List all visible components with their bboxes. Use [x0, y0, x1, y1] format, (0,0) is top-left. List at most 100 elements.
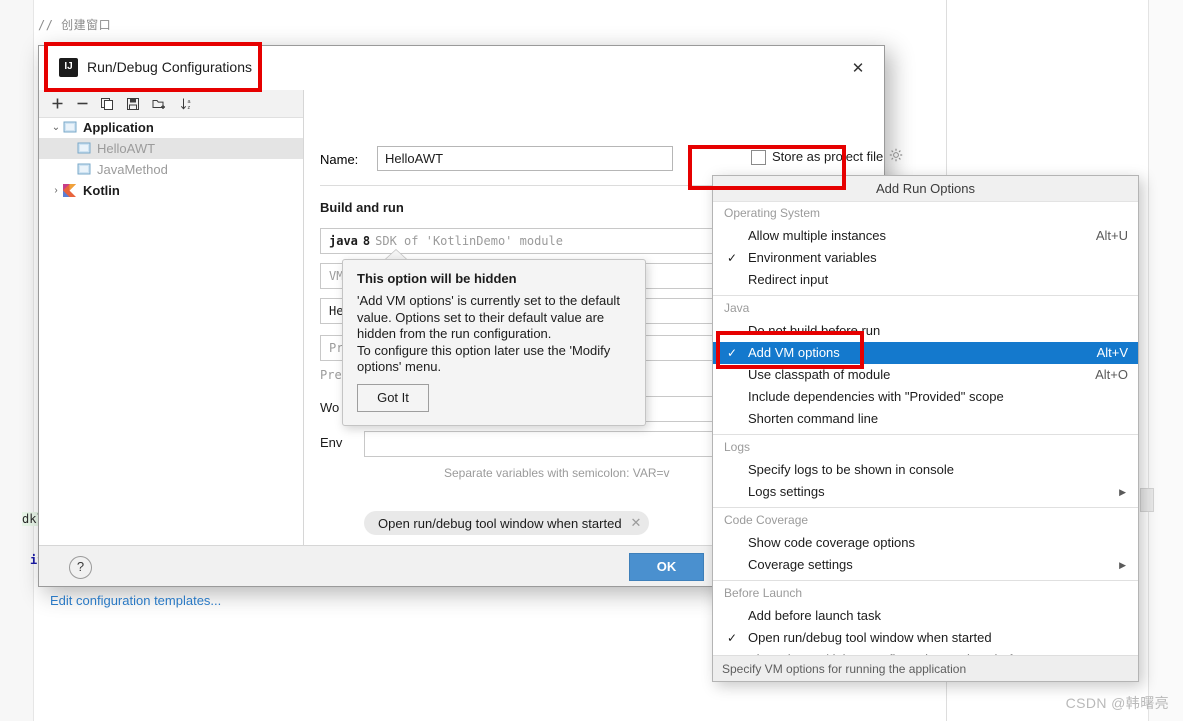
help-button[interactable]: ? [69, 556, 92, 579]
menu-item-redirect-input[interactable]: Redirect input [713, 269, 1138, 291]
name-label: Name: [320, 152, 359, 167]
store-as-project-file-checkbox[interactable] [751, 150, 766, 165]
menu-item-coverage-settings[interactable]: Coverage settings ▶ [713, 554, 1138, 576]
chevron-right-icon: ▶ [1119, 487, 1126, 497]
edit-configuration-templates-link[interactable]: Edit configuration templates... [50, 593, 221, 608]
menu-item-label: Include dependencies with "Provided" sco… [748, 389, 1004, 404]
sdk-description: SDK of 'KotlinDemo' module [375, 234, 563, 248]
menu-group-title: Operating System [724, 206, 821, 220]
tree-item-label: HelloAWT [97, 141, 156, 156]
menu-item-shorten-command-line[interactable]: Shorten command line [713, 408, 1138, 430]
menu-item-label: Logs settings [748, 484, 825, 499]
menu-item-label: Add VM options [748, 345, 840, 360]
add-run-options-popup: Add Run Options Operating System Allow mu… [712, 175, 1139, 682]
remove-configuration-button[interactable] [72, 94, 92, 113]
menu-item-label: Allow multiple instances [748, 228, 887, 243]
menu-item-allow-multiple-instances[interactable]: Allow multiple instances Alt+U [713, 225, 1138, 247]
gear-icon[interactable] [889, 148, 903, 167]
check-icon: ✓ [727, 346, 738, 360]
chevron-right-icon[interactable]: › [49, 185, 63, 196]
svg-text:z: z [187, 105, 190, 111]
check-icon: ✓ [727, 251, 738, 265]
configuration-icon [77, 163, 95, 177]
balloon-title: This option will be hidden [357, 271, 517, 286]
tree-toolbar: az [39, 90, 303, 118]
sdk-prefix: java [329, 234, 358, 248]
open-run-debug-tool-window-chip[interactable]: Open run/debug tool window when started … [364, 511, 650, 535]
menu-item-environment-variables[interactable]: ✓ Environment variables [713, 247, 1138, 269]
chevron-down-icon[interactable]: ⌄ [49, 122, 63, 133]
menu-item-label: Use classpath of module [748, 367, 891, 382]
editor-scrollbar-thumb[interactable] [1140, 488, 1154, 512]
popup-menu-list[interactable]: Operating System Allow multiple instances… [713, 201, 1138, 667]
editor-gutter [0, 0, 34, 721]
ok-button[interactable]: OK [629, 553, 704, 581]
configurations-tree-panel: az ⌄ Application HelloAWT JavaMethod › Kotlin… [39, 90, 304, 608]
tree-item-application[interactable]: ⌄ Application [39, 117, 303, 138]
build-and-run-section-title: Build and run [320, 200, 404, 215]
menu-group-title: Before Launch [724, 586, 803, 600]
menu-item-label: Show code coverage options [748, 535, 915, 550]
tree-item-javamethod[interactable]: JavaMethod [39, 159, 303, 180]
save-configuration-icon[interactable] [123, 94, 143, 113]
copy-configuration-icon[interactable] [97, 94, 117, 113]
working-directory-label: Wo [320, 400, 340, 415]
sdk-version: 8 [362, 234, 371, 248]
menu-item-label: Open run/debug tool window when started [748, 630, 992, 645]
configuration-icon [63, 121, 81, 135]
dialog-title: Run/Debug Configurations [87, 59, 252, 75]
menu-group-title: Logs [724, 440, 751, 454]
menu-item-label: Shorten command line [748, 411, 879, 426]
environment-variables-label: Env [320, 435, 343, 450]
menu-item-label: Add before launch task [748, 608, 881, 623]
tree-item-label: JavaMethod [97, 162, 168, 177]
configuration-tree[interactable]: ⌄ Application HelloAWT JavaMethod › Kotlin [39, 117, 303, 545]
chevron-right-icon: ▶ [1119, 560, 1126, 570]
menu-item-add-before-launch-task[interactable]: Add before launch task [713, 605, 1138, 627]
configuration-icon [77, 142, 95, 156]
menu-item-label: Environment variables [748, 250, 877, 265]
chip-close-icon[interactable]: ✕ [631, 515, 642, 531]
sort-az-icon[interactable]: az [177, 94, 197, 113]
got-it-button[interactable]: Got It [357, 384, 429, 412]
chip-label: Open run/debug tool window when started [378, 515, 622, 531]
popup-header: Add Run Options [713, 176, 1138, 202]
ide-right-toolwindow-bar [1148, 0, 1183, 721]
menu-item-open-run-debug-tool-window-when-started[interactable]: ✓ Open run/debug tool window when started [713, 627, 1138, 649]
balloon-body: 'Add VM options' is currently set to the… [357, 293, 620, 374]
menu-item-include-dependencies-with-provided-scope[interactable]: Include dependencies with "Provided" sco… [713, 386, 1138, 408]
check-icon: ✓ [727, 631, 738, 645]
screenshot-root: // 创建窗口 图形界面编程 dkl it Run/Debug Configur… [0, 0, 1183, 721]
menu-item-label: Do not build before run [748, 323, 881, 338]
menu-item-logs-settings[interactable]: Logs settings ▶ [713, 481, 1138, 503]
menu-item-label: Redirect input [748, 272, 829, 287]
menu-item-shortcut: Alt+V [1096, 345, 1128, 360]
close-icon[interactable]: ✕ [847, 58, 869, 80]
tree-item-label: Kotlin [83, 183, 120, 198]
intellij-idea-icon [59, 58, 78, 77]
editor-comment-line: // 创建窗口 [38, 18, 112, 32]
menu-item-do-not-build-before-run[interactable]: Do not build before run [713, 320, 1138, 342]
environment-variables-hint: Separate variables with semicolon: VAR=v [444, 466, 670, 480]
menu-item-use-classpath-of-module[interactable]: Use classpath of module Alt+O [713, 364, 1138, 386]
menu-item-label: Specify logs to be shown in console [748, 462, 954, 477]
menu-item-shortcut: Alt+O [1095, 367, 1128, 382]
menu-item-label: Coverage settings [748, 557, 853, 572]
add-configuration-button[interactable] [47, 94, 67, 113]
tree-item-kotlin[interactable]: › Kotlin [39, 180, 303, 201]
folder-add-icon[interactable] [149, 94, 169, 113]
name-input[interactable] [377, 146, 673, 171]
menu-group-title: Java [724, 301, 750, 315]
store-as-project-file-label: Store as project file [772, 149, 884, 164]
menu-item-show-code-coverage-options[interactable]: Show code coverage options [713, 532, 1138, 554]
kotlin-icon [63, 183, 81, 198]
tree-item-helloawt[interactable]: HelloAWT [39, 138, 303, 159]
hidden-option-balloon: This option will be hidden 'Add VM optio… [342, 259, 646, 426]
tree-item-label: Application [83, 120, 154, 135]
menu-item-specify-logs-to-be-shown-in-console[interactable]: Specify logs to be shown in console [713, 459, 1138, 481]
dialog-title-bar: Run/Debug Configurations ✕ [39, 46, 884, 90]
popup-status-bar: Specify VM options for running the appli… [713, 655, 1138, 681]
menu-item-add-vm-options[interactable]: ✓ Add VM options Alt+V [713, 342, 1138, 364]
watermark: CSDN @韩曙亮 [1065, 695, 1169, 711]
menu-group-title: Code Coverage [724, 513, 809, 527]
